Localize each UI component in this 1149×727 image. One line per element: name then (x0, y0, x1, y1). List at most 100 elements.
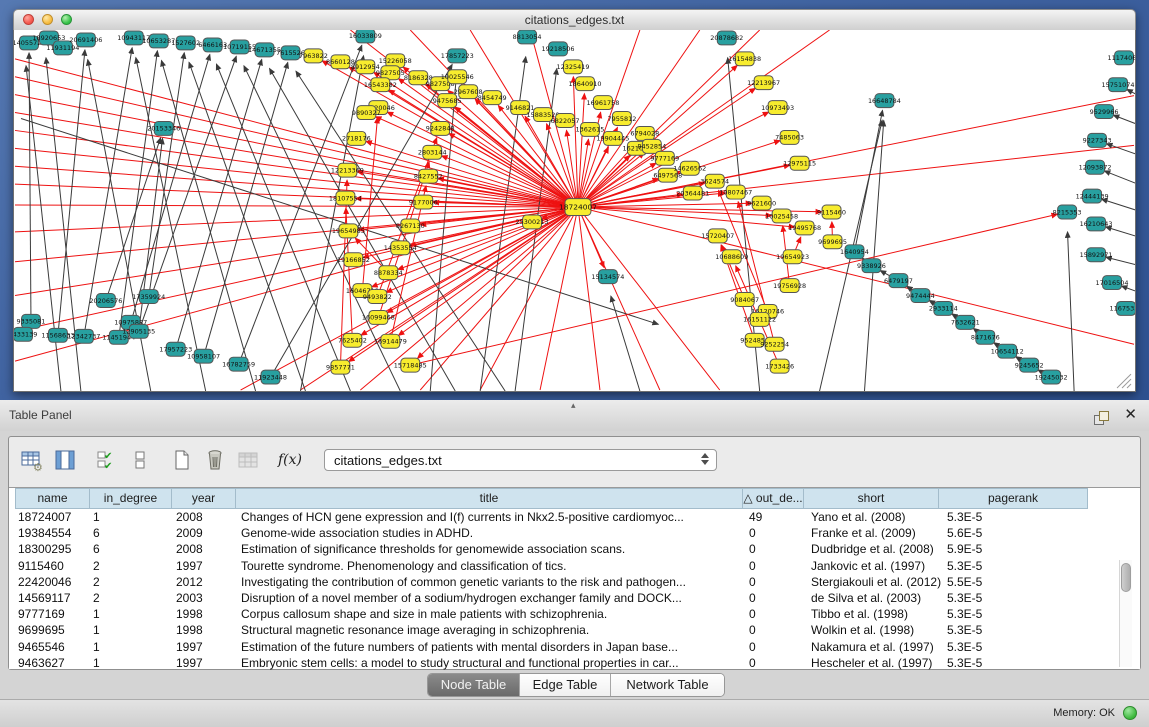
graph-node[interactable]: 7955812 (607, 112, 636, 126)
network-window[interactable]: citations_edges.txt 14055724189206531193… (13, 9, 1136, 392)
table-mode-icon[interactable]: ⚙ (19, 447, 45, 473)
table-cell[interactable]: 5.3E-5 (944, 607, 1094, 621)
table-row[interactable]: 946554611997Estimation of the future num… (15, 639, 1140, 655)
header-cell-short[interactable]: short (803, 488, 939, 509)
graph-node[interactable]: 9699695 (818, 235, 847, 249)
citation-edge[interactable] (204, 62, 288, 356)
table-cell[interactable]: 0 (746, 559, 808, 573)
table-cell[interactable]: 9115460 (15, 559, 90, 573)
graph-node[interactable]: 9621600 (747, 196, 776, 210)
citation-edge[interactable] (1127, 89, 1135, 100)
graph-node[interactable]: 12213967 (747, 76, 780, 90)
table-cell[interactable]: 0 (746, 575, 808, 589)
header-cell-in_degree[interactable]: in_degree (89, 488, 172, 509)
graph-node[interactable]: 15892971 (1080, 248, 1113, 262)
citation-edge[interactable] (15, 207, 578, 296)
graph-node[interactable]: 9227343 (1083, 133, 1112, 147)
table-cell[interactable]: 5.5E-5 (944, 575, 1094, 589)
citation-edge[interactable] (15, 148, 578, 207)
graph-node[interactable]: 8878334 (374, 266, 403, 280)
citation-edge[interactable] (1102, 199, 1135, 214)
citation-edge[interactable] (398, 207, 578, 335)
table-cell[interactable]: 9465546 (15, 640, 90, 654)
table-cell[interactable]: 0 (746, 656, 808, 670)
graph-node[interactable]: 6479197 (884, 274, 913, 288)
header-cell-name[interactable]: name (15, 488, 90, 509)
graph-node[interactable]: 1640954 (840, 245, 869, 259)
table-cell[interactable]: de Silva et al. (2003) (808, 591, 944, 605)
table-cell[interactable]: 2008 (173, 510, 238, 524)
citation-edge[interactable] (578, 30, 700, 207)
table-cell[interactable]: 1998 (173, 623, 238, 637)
citation-edge[interactable] (1104, 171, 1135, 188)
table-cell[interactable]: 19384554 (15, 526, 90, 540)
table-cell[interactable]: 1998 (173, 607, 238, 621)
table-cell[interactable]: Yano et al. (2008) (808, 510, 944, 524)
table-cell[interactable]: 0 (746, 640, 808, 654)
table-row[interactable]: 946362711997Embryonic stem cells: a mode… (15, 655, 1140, 671)
table-cell[interactable]: 18300295 (15, 542, 90, 556)
header-cell-pagerank[interactable]: pagerank (938, 488, 1088, 509)
resize-grip-icon[interactable] (1122, 379, 1131, 388)
graph-node[interactable]: 10973493 (761, 101, 794, 115)
graph-node[interactable]: 9115460 (817, 205, 846, 219)
graph-node[interactable]: 19245032 (1035, 370, 1068, 384)
table-row[interactable]: 2242004622012Investigating the contribut… (15, 574, 1140, 590)
table-cell[interactable]: Genome-wide association studies in ADHD. (238, 526, 746, 540)
table-cell[interactable]: 5.3E-5 (944, 623, 1094, 637)
graph-node[interactable]: 20206576 (89, 294, 122, 308)
table-cell[interactable]: Estimation of significance thresholds fo… (238, 542, 746, 556)
tab-edge-table[interactable]: Edge Table (520, 674, 611, 696)
table-cell[interactable]: Nakamura et al. (1997) (808, 640, 944, 654)
close-window-icon[interactable] (23, 14, 34, 25)
table-cell[interactable]: 2012 (173, 575, 238, 589)
table-cell[interactable]: Structural magnetic resonance image aver… (238, 623, 746, 637)
table-cell[interactable]: 0 (746, 623, 808, 637)
graph-node[interactable]: 2718176 (342, 131, 371, 145)
table-cell[interactable]: 9699695 (15, 623, 90, 637)
graph-node[interactable]: 8215353 (1053, 205, 1082, 219)
table-cell[interactable]: 5.3E-5 (944, 510, 1094, 524)
graph-node[interactable]: 11923448 (254, 370, 287, 384)
citation-edge[interactable] (29, 53, 31, 322)
table-cell[interactable]: 5.3E-5 (944, 656, 1094, 670)
resize-grip-icon[interactable] (1127, 384, 1131, 388)
table-row[interactable]: 1938455462009Genome-wide association stu… (15, 525, 1140, 541)
graph-node[interactable]: 19218506 (542, 42, 575, 56)
delete-table-icon[interactable] (235, 447, 261, 473)
table-cell[interactable]: 0 (746, 542, 808, 556)
graph-node[interactable]: 7632621 (951, 315, 980, 329)
graph-node[interactable]: 16210643 (1080, 217, 1113, 231)
table-cell[interactable]: 18724007 (15, 510, 90, 524)
delete-column-icon[interactable] (202, 447, 228, 473)
table-row[interactable]: 977716911998Corpus callosum shape and si… (15, 606, 1140, 622)
graph-node[interactable]: 9433139 (14, 327, 37, 341)
network-graph[interactable]: 1405572418920653119311942069140610943117… (14, 30, 1135, 391)
citation-edge[interactable] (1106, 227, 1135, 240)
unselect-all-icon[interactable] (127, 447, 153, 473)
graph-node[interactable]: 8813054 (513, 30, 542, 44)
network-canvas[interactable]: 1405572418920653119311942069140610943117… (13, 30, 1136, 392)
table-cell[interactable]: Tourette syndrome. Phenomenology and cla… (238, 559, 746, 573)
table-cell[interactable]: 5.9E-5 (944, 542, 1094, 556)
table-cell[interactable]: 49 (746, 510, 808, 524)
table-cell[interactable]: Investigating the contribution of common… (238, 575, 746, 589)
table-cell[interactable]: Corpus callosum shape and size in male p… (238, 607, 746, 621)
graph-node[interactable]: 18107554 (329, 191, 362, 205)
table-cell[interactable]: Embryonic stem cells: a model to study s… (238, 656, 746, 670)
table-cell[interactable]: 14569117 (15, 591, 90, 605)
table-cell[interactable]: Tibbo et al. (1998) (808, 607, 944, 621)
graph-node[interactable]: 16154838 (728, 52, 761, 66)
citation-edge[interactable] (573, 77, 578, 207)
scrollbar-thumb[interactable] (1121, 563, 1131, 592)
graph-node[interactable]: 9084067 (730, 293, 759, 307)
zoom-window-icon[interactable] (61, 14, 72, 25)
graph-node[interactable]: 10654112 (991, 344, 1024, 358)
table-cell[interactable]: 0 (746, 591, 808, 605)
citation-edge[interactable] (15, 205, 578, 207)
graph-node[interactable]: 9474444 (906, 289, 935, 303)
close-panel-icon[interactable]: ✕ (1124, 407, 1137, 422)
table-cell[interactable]: 1997 (173, 656, 238, 670)
graph-node[interactable]: 20878682 (710, 31, 743, 45)
table-cell[interactable]: Estimation of the future numbers of pati… (238, 640, 746, 654)
